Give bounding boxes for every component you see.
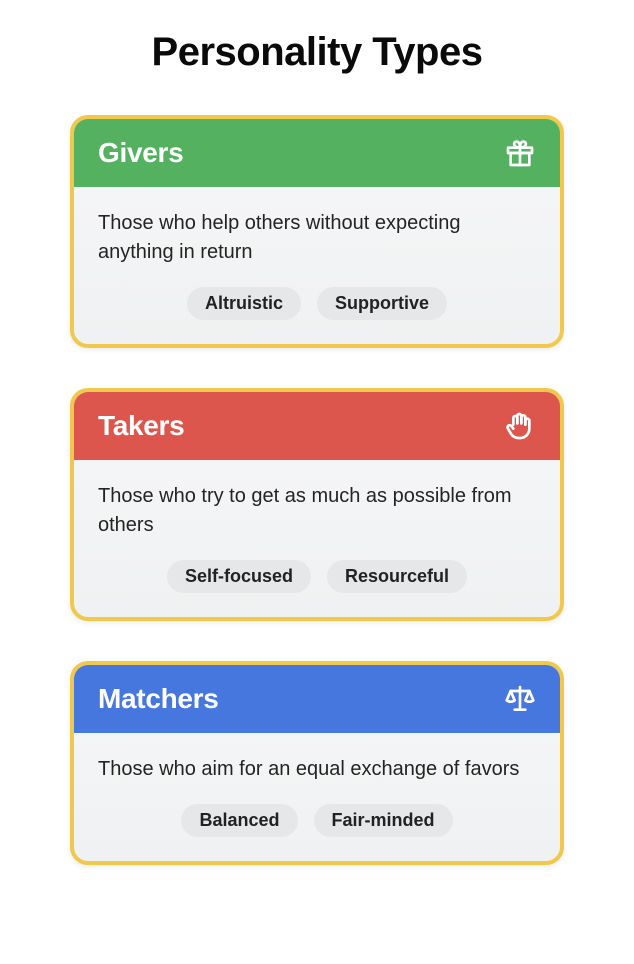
- tag: Self-focused: [167, 560, 311, 593]
- scale-icon: [504, 683, 536, 715]
- card-description: Those who help others without expecting …: [98, 209, 536, 267]
- card-body: Those who aim for an equal exchange of f…: [74, 733, 560, 861]
- card-description: Those who try to get as much as possible…: [98, 482, 536, 540]
- tag: Fair-minded: [314, 804, 453, 837]
- card-matchers: Matchers Those who aim for an equal exch…: [70, 661, 564, 865]
- card-header: Givers: [74, 119, 560, 187]
- tag: Supportive: [317, 287, 447, 320]
- card-list: Givers Those who help others without exp…: [40, 115, 594, 865]
- page-title: Personality Types: [40, 30, 594, 75]
- card-tags: Balanced Fair-minded: [98, 804, 536, 837]
- card-title: Takers: [98, 410, 184, 442]
- card-header: Matchers: [74, 665, 560, 733]
- card-takers: Takers Those who try to get as much as p…: [70, 388, 564, 621]
- card-tags: Altruistic Supportive: [98, 287, 536, 320]
- tag: Resourceful: [327, 560, 467, 593]
- gift-icon: [504, 137, 536, 169]
- tag: Balanced: [181, 804, 297, 837]
- card-description: Those who aim for an equal exchange of f…: [98, 755, 536, 784]
- card-header: Takers: [74, 392, 560, 460]
- card-givers: Givers Those who help others without exp…: [70, 115, 564, 348]
- hand-icon: [504, 410, 536, 442]
- tag: Altruistic: [187, 287, 301, 320]
- card-body: Those who try to get as much as possible…: [74, 460, 560, 617]
- card-tags: Self-focused Resourceful: [98, 560, 536, 593]
- card-title: Matchers: [98, 683, 219, 715]
- card-body: Those who help others without expecting …: [74, 187, 560, 344]
- card-title: Givers: [98, 137, 183, 169]
